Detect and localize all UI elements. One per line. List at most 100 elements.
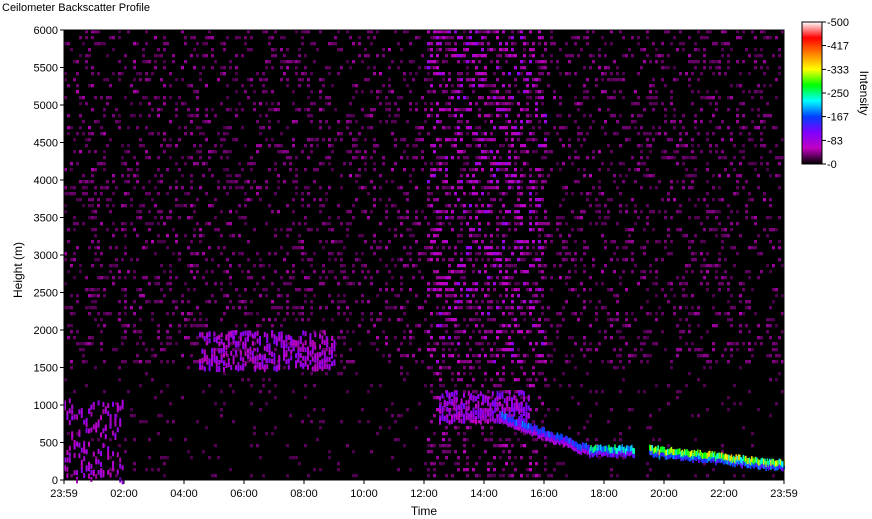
aerosol-cell [223, 342, 225, 348]
noise-cell [703, 48, 706, 52]
noise-cell [724, 156, 727, 160]
noise-cell [676, 348, 679, 352]
noise-cell [196, 336, 199, 340]
noise-cell [298, 312, 301, 316]
noise-cell [469, 384, 472, 388]
noise-cell [358, 54, 361, 58]
aerosol-cell [100, 432, 102, 438]
noise-cell [355, 174, 358, 178]
noise-cell [310, 120, 313, 124]
noise-cell [685, 306, 688, 310]
noise-cell [154, 300, 157, 304]
noise-cell [445, 342, 448, 346]
noise-cell [271, 282, 274, 286]
noise-cell [460, 138, 463, 142]
noise-cell [739, 72, 742, 76]
noise-cell [409, 174, 412, 178]
noise-cell [586, 372, 589, 376]
noise-cell [499, 252, 502, 256]
noise-cell [430, 384, 433, 388]
aerosol-cell [78, 453, 81, 459]
noise-cell [442, 180, 445, 184]
noise-cell [751, 96, 754, 100]
noise-cell [481, 342, 484, 346]
noise-cell [652, 210, 655, 214]
noise-cell [337, 468, 340, 472]
noise-cell [478, 360, 481, 364]
aerosol-cell [283, 349, 285, 355]
noise-cell [490, 204, 493, 208]
aerosol-cell [321, 358, 324, 364]
noise-cell [664, 132, 667, 136]
noise-cell [427, 246, 430, 250]
aerosol-cell [92, 404, 95, 410]
noise-cell [175, 114, 178, 118]
noise-cell [73, 192, 76, 196]
noise-cell [196, 114, 199, 118]
noise-cell [547, 384, 550, 388]
noise-cell [478, 96, 481, 100]
noise-cell [691, 342, 694, 346]
noise-cell [532, 54, 535, 58]
noise-cell [463, 276, 466, 280]
aerosol-cell [218, 348, 221, 354]
noise-cell [616, 330, 619, 334]
noise-cell [730, 348, 733, 352]
noise-cell [433, 444, 436, 448]
noise-cell [67, 432, 70, 436]
noise-cell [676, 162, 679, 166]
noise-cell [280, 36, 283, 40]
noise-cell [94, 228, 97, 232]
noise-cell [487, 462, 490, 466]
noise-cell [706, 180, 709, 184]
noise-cell [475, 282, 478, 286]
noise-cell [538, 372, 541, 376]
noise-cell [355, 198, 358, 202]
noise-cell [307, 84, 310, 88]
noise-cell [508, 150, 511, 154]
noise-cell [559, 114, 562, 118]
noise-cell [442, 126, 445, 130]
noise-cell [637, 336, 640, 340]
noise-cell [100, 96, 103, 100]
noise-cell [433, 168, 436, 172]
noise-cell [280, 294, 283, 298]
noise-cell [592, 258, 595, 262]
noise-cell [544, 132, 547, 136]
noise-cell [688, 216, 691, 220]
noise-cell [103, 132, 106, 136]
noise-cell [139, 216, 142, 220]
noise-cell [148, 132, 151, 136]
noise-cell [751, 348, 754, 352]
noise-cell [103, 162, 106, 166]
noise-cell [688, 84, 691, 88]
noise-cell [634, 318, 637, 322]
noise-cell [517, 72, 520, 76]
noise-cell [685, 234, 688, 238]
noise-cell [748, 300, 751, 304]
noise-cell [184, 192, 187, 196]
noise-cell [466, 222, 469, 226]
noise-cell [628, 126, 631, 130]
aerosol-cell [76, 441, 78, 447]
noise-cell [535, 60, 538, 64]
noise-cell [568, 156, 571, 160]
noise-cell [532, 450, 535, 454]
noise-cell [406, 192, 409, 196]
noise-cell [697, 90, 700, 94]
noise-cell [436, 294, 439, 298]
noise-cell [481, 132, 484, 136]
noise-cell [280, 276, 283, 280]
noise-cell [247, 78, 250, 82]
noise-cell [694, 258, 697, 262]
noise-cell [511, 48, 514, 52]
noise-cell [409, 288, 412, 292]
noise-cell [505, 54, 508, 58]
noise-cell [661, 66, 664, 70]
aerosol-cell [244, 361, 247, 367]
noise-cell [772, 360, 775, 364]
aerosol-cell [316, 358, 319, 363]
noise-cell [589, 414, 592, 418]
noise-cell [550, 168, 553, 172]
noise-cell [331, 300, 334, 304]
